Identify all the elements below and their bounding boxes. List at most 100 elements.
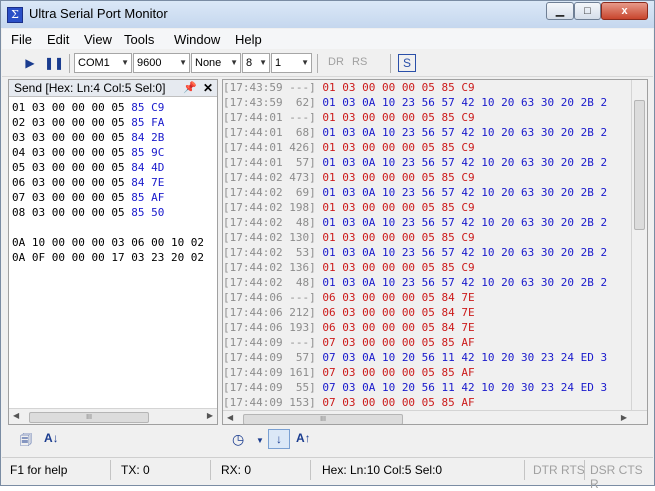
dr-button[interactable]: DR	[328, 56, 344, 68]
stopbits-value: 1	[275, 57, 282, 69]
scroll-thumb[interactable]: III	[243, 414, 403, 424]
baud-select[interactable]: 9600 ▼	[133, 53, 190, 73]
log-timestamp: [17:44:01 57]	[223, 156, 323, 169]
sort-icon[interactable]: A↑	[296, 431, 311, 445]
send-options-icon[interactable]: 🗐	[20, 431, 32, 452]
scroll-thumb[interactable]: III	[29, 412, 149, 423]
send-line[interactable]: 07 03 00 00 00 05 85 AF	[12, 190, 216, 205]
send-crc: 84 2B	[131, 131, 165, 144]
log-row-sent[interactable]: [17:44:09 161] 07 03 00 00 00 05 85 AF	[223, 365, 633, 380]
send-line[interactable]: 06 03 00 00 00 05 84 7E	[12, 175, 216, 190]
stopbits-select[interactable]: 1 ▼	[271, 53, 312, 73]
baud-value: 9600	[137, 57, 162, 69]
log-timestamp: [17:44:02 53]	[223, 246, 323, 259]
menu-help[interactable]: Help	[235, 32, 262, 47]
log-row-sent[interactable]: [17:44:01 426] 01 03 00 00 00 05 85 C9	[223, 140, 633, 155]
sort-icon[interactable]: A↓	[44, 431, 59, 445]
log-row-sent[interactable]: [17:43:59 ---] 01 03 00 00 00 05 85 C9	[223, 80, 633, 95]
send-hex: 0A 10 00 00 00 03 06 00 10 02	[12, 236, 205, 249]
log-row-sent[interactable]: [17:44:09 153] 07 03 00 00 00 05 85 AF	[223, 395, 633, 410]
log-data: 07 03 0A 10 20 56 11 42 10 20 30 23 24 E…	[322, 381, 608, 394]
log-row-received[interactable]: [17:44:09 57] 07 03 0A 10 20 56 11 42 10…	[223, 350, 633, 365]
send-line[interactable]: 0A 0F 00 00 00 17 03 23 20 02	[12, 250, 216, 265]
scroll-thumb[interactable]	[634, 100, 645, 230]
log-row-sent[interactable]: [17:44:01 ---] 01 03 00 00 00 05 85 C9	[223, 110, 633, 125]
menu-edit[interactable]: Edit	[47, 32, 69, 47]
send-horizontal-scrollbar[interactable]: ◀ III ▶	[9, 408, 217, 424]
title-bar[interactable]: Σ Ultra Serial Port Monitor ▁ □ x	[1, 1, 654, 28]
chevron-down-icon: ▼	[121, 58, 129, 67]
send-pane-header: Send [Hex: Ln:4 Col:5 Sel:0] 📌 ✕	[9, 80, 217, 97]
pause-button[interactable]: ❚❚	[44, 54, 65, 72]
menu-view[interactable]: View	[84, 32, 112, 47]
maximize-button[interactable]: □	[574, 2, 601, 20]
status-dtr-rts: DTR RTS	[533, 463, 585, 477]
log-row-sent[interactable]: [17:44:06 193] 06 03 00 00 00 05 84 7E	[223, 320, 633, 335]
log-row-sent[interactable]: [17:44:06 212] 06 03 00 00 00 05 84 7E	[223, 305, 633, 320]
toolbar-separator	[317, 54, 318, 73]
log-row-received[interactable]: [17:44:01 57] 01 03 0A 10 23 56 57 42 10…	[223, 155, 633, 170]
close-icon[interactable]: ✕	[203, 80, 213, 96]
pin-icon[interactable]: 📌	[183, 80, 197, 96]
log-row-received[interactable]: [17:44:02 48] 01 03 0A 10 23 56 57 42 10…	[223, 275, 633, 290]
menu-file[interactable]: File	[11, 32, 32, 47]
log-row-received[interactable]: [17:43:59 62] 01 03 0A 10 23 56 57 42 10…	[223, 95, 633, 110]
log-row-received[interactable]: [17:44:02 48] 01 03 0A 10 23 56 57 42 10…	[223, 215, 633, 230]
scroll-left-icon[interactable]: ◀	[13, 411, 19, 420]
log-row-received[interactable]: [17:44:01 68] 01 03 0A 10 23 56 57 42 10…	[223, 125, 633, 140]
log-row-sent[interactable]: [17:44:09 ---] 07 03 00 00 00 05 85 AF	[223, 335, 633, 350]
send-hex: 06 03 00 00 00 05	[12, 176, 132, 189]
parity-select[interactable]: None ▼	[191, 53, 241, 73]
clock-icon[interactable]: ◷	[232, 431, 244, 448]
log-timestamp: [17:44:09 55]	[223, 381, 323, 394]
scroll-right-icon[interactable]: ▶	[207, 411, 213, 420]
menu-window[interactable]: Window	[174, 32, 220, 47]
log-data: 06 03 00 00 00 05 84 7E	[322, 321, 475, 334]
scroll-right-icon[interactable]: ▶	[621, 413, 627, 422]
script-button[interactable]: S	[398, 54, 416, 72]
log-row-received[interactable]: [17:44:09 55] 07 03 0A 10 20 56 11 42 10…	[223, 380, 633, 395]
close-button[interactable]: x	[601, 2, 648, 20]
app-window: Σ Ultra Serial Port Monitor ▁ □ x File E…	[0, 0, 655, 491]
send-line[interactable]: 01 03 00 00 00 05 85 C9	[12, 100, 216, 115]
send-line[interactable]: 02 03 00 00 00 05 85 FA	[12, 115, 216, 130]
scroll-down-button[interactable]: ↓	[268, 429, 290, 449]
chevron-down-icon: ▼	[259, 58, 267, 67]
databits-select[interactable]: 8 ▼	[242, 53, 270, 73]
log-vertical-scrollbar[interactable]	[631, 80, 647, 410]
send-editor[interactable]: 01 03 00 00 00 05 85 C9 02 03 00 00 00 05…	[12, 100, 216, 408]
send-line[interactable]	[12, 220, 216, 235]
log-row-received[interactable]: [17:44:02 53] 01 03 0A 10 23 56 57 42 10…	[223, 245, 633, 260]
pause-icon: ❚❚	[44, 56, 65, 70]
log-data: 06 03 00 00 00 05 84 7E	[322, 306, 475, 319]
log-row-sent[interactable]: [17:44:02 136] 01 03 00 00 00 05 85 C9	[223, 260, 633, 275]
log-timestamp: [17:44:06 193]	[223, 321, 323, 334]
send-line[interactable]: 05 03 00 00 00 05 84 4D	[12, 160, 216, 175]
log-row-sent[interactable]: [17:44:02 130] 01 03 00 00 00 05 85 C9	[223, 230, 633, 245]
log-data: 07 03 00 00 00 05 85 AF	[322, 336, 475, 349]
log-data: 01 03 0A 10 23 56 57 42 10 20 63 30 20 2…	[322, 276, 608, 289]
send-line[interactable]: 03 03 00 00 00 05 84 2B	[12, 130, 216, 145]
minimize-button[interactable]: ▁	[546, 2, 574, 20]
log-data: 07 03 0A 10 20 56 11 42 10 20 30 23 24 E…	[322, 351, 608, 364]
log-horizontal-scrollbar[interactable]: ◀ III ▶	[223, 410, 647, 424]
log-row-sent[interactable]: [17:44:02 198] 01 03 00 00 00 05 85 C9	[223, 200, 633, 215]
rs-button[interactable]: RS	[352, 56, 367, 68]
send-line[interactable]: 0A 10 00 00 00 03 06 00 10 02	[12, 235, 216, 250]
chevron-down-icon[interactable]: ▼	[256, 436, 264, 445]
log-row-sent[interactable]: [17:44:02 473] 01 03 00 00 00 05 85 C9	[223, 170, 633, 185]
send-line[interactable]: 04 03 00 00 00 05 85 9C	[12, 145, 216, 160]
log-timestamp: [17:44:09 ---]	[223, 336, 323, 349]
scroll-left-icon[interactable]: ◀	[227, 413, 233, 422]
log-row-sent[interactable]: [17:44:06 ---] 06 03 00 00 00 05 84 7E	[223, 290, 633, 305]
send-line[interactable]: 08 03 00 00 00 05 85 50	[12, 205, 216, 220]
status-separator	[210, 460, 211, 480]
port-select[interactable]: COM1 ▼	[74, 53, 132, 73]
log-data: 07 03 00 00 00 05 85 AF	[322, 366, 475, 379]
chevron-down-icon: ▼	[301, 58, 309, 67]
log-row-received[interactable]: [17:44:02 69] 01 03 0A 10 23 56 57 42 10…	[223, 185, 633, 200]
log-timestamp: [17:44:02 198]	[223, 201, 323, 214]
start-button[interactable]: ▶	[21, 54, 39, 72]
log-view[interactable]: [17:43:59 ---] 01 03 00 00 00 05 85 C9 [1…	[223, 80, 633, 410]
menu-tools[interactable]: Tools	[124, 32, 154, 47]
